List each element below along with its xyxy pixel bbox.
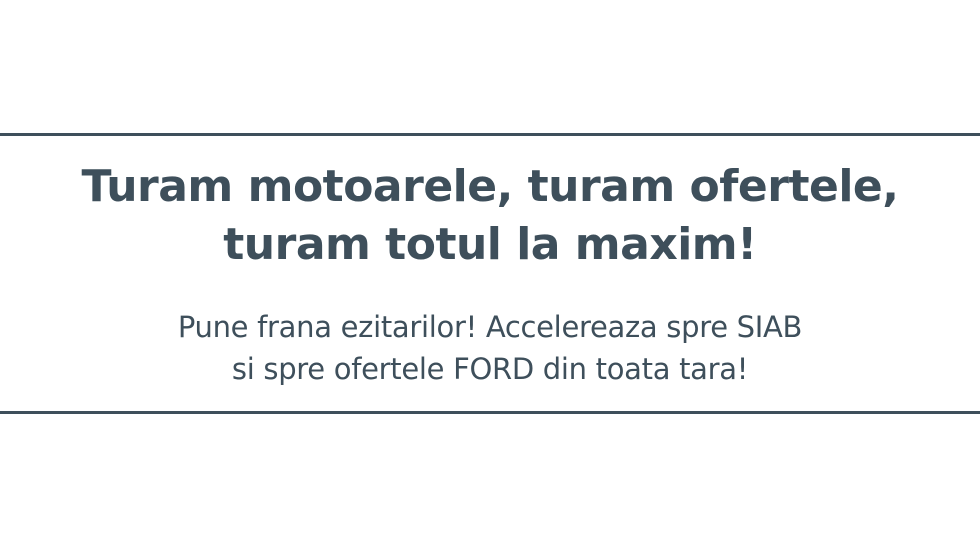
subheadline-line-2: si spre ofertele FORD din toata tara!: [231, 352, 749, 386]
subheadline-line-1: Pune frana ezitarilor! Accelereaza spre …: [177, 310, 803, 344]
bottom-divider: [0, 411, 980, 414]
headline-line-2: turam totul la maxim!: [223, 219, 757, 270]
top-divider: [0, 133, 980, 136]
headline-line-1: Turam motoarele, turam ofertele,: [81, 161, 899, 212]
subheadline: Pune frana ezitarilor! Accelereaza spre …: [0, 306, 980, 390]
banner: Turam motoarele, turam ofertele, turam t…: [0, 0, 980, 551]
headline: Turam motoarele, turam ofertele, turam t…: [0, 158, 980, 274]
